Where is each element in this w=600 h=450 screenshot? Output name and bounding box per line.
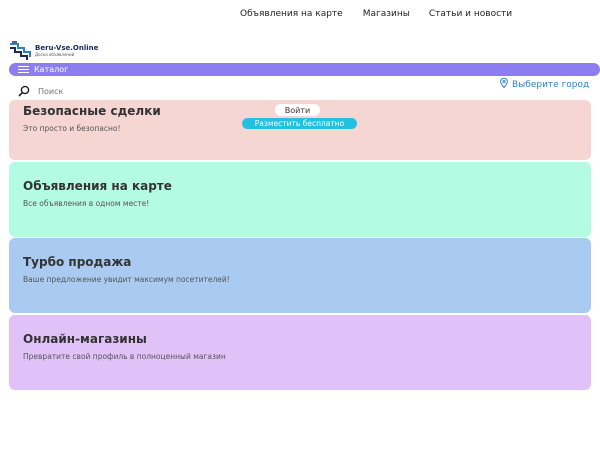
catalog-button[interactable]: Каталог bbox=[9, 63, 600, 76]
nav-link-map-ads[interactable]: Объявления на карте bbox=[240, 9, 343, 19]
search-icon[interactable] bbox=[18, 85, 30, 97]
search-input[interactable] bbox=[38, 86, 338, 96]
card-text: Превратите свой профиль в полноценный ма… bbox=[23, 352, 226, 361]
feature-card-turbo-sale: Турбо продажа Ваше предложение увидит ма… bbox=[9, 238, 591, 313]
feature-card-online-shops: Онлайн-магазины Превратите свой профиль … bbox=[9, 315, 591, 390]
logo-stairs-icon bbox=[9, 41, 33, 61]
card-title: Турбо продажа bbox=[23, 255, 132, 269]
login-button[interactable]: Войти bbox=[275, 104, 320, 116]
card-text: Ваше предложение увидит максимум посетит… bbox=[23, 275, 230, 284]
card-title: Онлайн-магазины bbox=[23, 332, 147, 346]
location-pin-icon bbox=[500, 77, 508, 91]
card-title: Объявления на карте bbox=[23, 179, 172, 193]
logo-subtitle: Доска объявлений bbox=[35, 52, 75, 57]
menu-list-icon bbox=[18, 66, 29, 73]
nav-link-articles[interactable]: Статьи и новости bbox=[429, 9, 512, 19]
city-selector[interactable]: Выберите город bbox=[500, 77, 590, 91]
card-text: Все объявления в одном месте! bbox=[23, 199, 150, 208]
logo-title: Beru-Vse.Online bbox=[35, 44, 99, 52]
top-navigation: Объявления на карте Магазины Статьи и но… bbox=[240, 9, 512, 19]
city-label: Выберите город bbox=[512, 79, 590, 90]
nav-link-shops[interactable]: Магазины bbox=[363, 9, 410, 19]
feature-card-map-ads: Объявления на карте Все объявления в одн… bbox=[9, 162, 591, 237]
site-logo[interactable]: Beru-Vse.Online Доска объявлений bbox=[9, 41, 98, 61]
post-ad-button[interactable]: Разместить бесплатно bbox=[242, 118, 357, 129]
catalog-label: Каталог bbox=[34, 65, 69, 74]
